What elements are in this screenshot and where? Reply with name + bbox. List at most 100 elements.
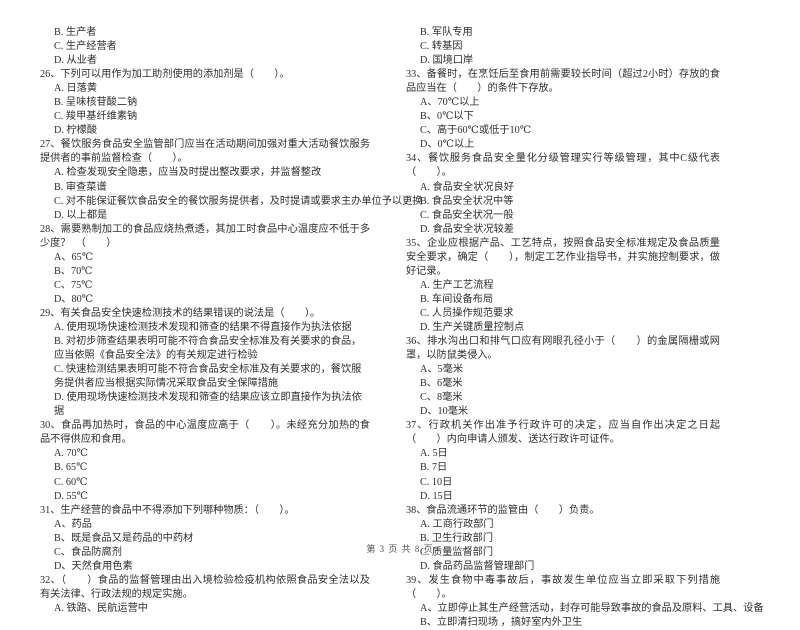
question-32: 32、（ ）食品的监督管理由出入境检验检疫机构依照食品安全法以及有关法律、行政法…	[40, 574, 370, 616]
option: A. 70℃	[54, 448, 89, 460]
option: B. 军队专用	[420, 27, 473, 38]
question-stem: 29、有关食品安全快速检测技术的结果错误的说法是（ ）。	[40, 307, 370, 321]
option: B. 呈味核苷酸二钠	[54, 97, 138, 109]
question-number: 31、	[40, 504, 61, 516]
option: D、0℃以上	[420, 139, 475, 151]
option: C. 10日	[420, 476, 453, 488]
option: C、75℃	[54, 279, 93, 291]
option: A、立即停止其生产经营活动，封存可能导致事故的食品及原料、工具、设备	[420, 602, 764, 614]
question-number: 30、	[40, 420, 61, 432]
question-text: 食品再加热时，食品的中心温度应高于（ ）。未经充分加热的食品不得供应和食用。	[40, 420, 370, 446]
question-text: 餐饮服务食品安全量化分级管理实行等级管理，其中C级代表（ ）。	[406, 153, 721, 179]
exam-page: B. 生产者 C. 生产经营者 D. 从业者 26、下列可以用作为加工助剂使用的…	[0, 0, 800, 628]
question-number: 38、	[406, 504, 427, 516]
continued-question-options: B. 军队专用 C. 转基因 D. 国境口岸	[406, 26, 720, 68]
question-stem: 27、餐饮服务食品安全监管部门应当在活动期间加强对重大活动餐饮服务提供者的事前监…	[40, 138, 370, 166]
question-30: 30、食品再加热时，食品的中心温度应高于（ ）。未经充分加热的食品不得供应和食用…	[40, 419, 370, 503]
option: D. 柠檬酸	[54, 125, 98, 137]
question-text: 生产经营的食品中不得添加下列哪种物质：（ ）。	[60, 504, 295, 516]
question-39: 39、发生食物中毒事故后，事故发生单位应当立即采取下列措施（ ）。 A、立即停止…	[406, 574, 764, 630]
option: B、6毫米	[420, 378, 463, 390]
option: A. 食品安全状况良好	[420, 181, 514, 193]
question-number: 37、	[406, 420, 429, 432]
question-stem: 26、下列可以用作为加工助剂使用的添加剂是（ ）。	[40, 68, 370, 82]
option: B、立即清扫现场 ，搞好室内外卫生	[420, 616, 583, 628]
option: A. 使用现场快速检测技术发现和筛查的结果不得直接作为执法依据	[54, 321, 352, 333]
question-27: 27、餐饮服务食品安全监管部门应当在活动期间加强对重大活动餐饮服务提供者的事前监…	[40, 138, 423, 222]
question-text: 食品流通环节的监管由（ ）负责。	[426, 504, 600, 516]
question-number: 36、	[406, 336, 427, 348]
question-stem: 36、排水沟出口和排气口应有网眼孔径小于（ ）的金属隔栅或网罩，以防鼠类侵入。	[406, 335, 720, 363]
question-stem: 35、企业应根据产品、工艺特点，按照食品安全标准规定及食品质量安全要求，确定（ …	[406, 237, 720, 279]
continued-question-options: B. 生产者 C. 生产经营者 D. 从业者	[40, 26, 370, 68]
option: D. 生产关键质量控制点	[420, 321, 525, 333]
option: D. 食品安全状况较差	[420, 223, 514, 235]
option: A、药品	[54, 518, 92, 530]
two-column-layout: B. 生产者 C. 生产经营者 D. 从业者 26、下列可以用作为加工助剂使用的…	[40, 26, 764, 628]
option: B. 65℃	[54, 462, 88, 474]
option: B、0℃以下	[420, 111, 474, 123]
option: A、70℃以上	[420, 97, 480, 109]
question-stem: 33、备餐时，在烹饪后至食用前需要较长时间（超过2小时）存放的食品应当在（ ）的…	[406, 68, 720, 96]
question-text: 排水沟出口和排气口应有网眼孔径小于（ ）的金属隔栅或网罩，以防鼠类侵入。	[406, 336, 720, 362]
right-column: B. 军队专用 C. 转基因 D. 国境口岸 33、备餐时，在烹饪后至食用前需要…	[380, 26, 764, 630]
option: C. 对不能保证餐饮食品安全的餐饮服务提供者，及时提请或要求主办单位予以更换	[54, 195, 423, 207]
option: D. 15日	[420, 490, 453, 502]
question-text: 有关食品安全快速检测技术的结果错误的说法是（ ）。	[60, 307, 321, 319]
option: A. 铁路、民航运营中	[54, 602, 148, 614]
option: A. 5日	[420, 448, 448, 460]
option: D. 国境口岸	[420, 55, 474, 67]
option: C. 羧甲基纤维素钠	[54, 111, 138, 123]
option: C. 60℃	[54, 476, 88, 488]
question-stem: 30、食品再加热时，食品的中心温度应高于（ ）。未经充分加热的食品不得供应和食用…	[40, 419, 370, 447]
question-37: 37、行政机关作出准予行政许可的决定，应当自作出决定之日起（ ）内向申请人颁发、…	[406, 419, 720, 503]
option: D. 从业者	[54, 55, 98, 67]
question-stem: 34、餐饮服务食品安全量化分级管理实行等级管理，其中C级代表（ ）。	[406, 152, 720, 180]
option: A. 工商行政部门	[420, 518, 494, 530]
option: D. 55℃	[54, 490, 89, 502]
question-number: 34、	[406, 153, 428, 165]
option: C. 转基因	[420, 41, 463, 53]
option: B. 车间设备布局	[420, 293, 494, 305]
question-31: 31、生产经营的食品中不得添加下列哪种物质：（ ）。 A、药品 B、既是食品又是…	[40, 504, 370, 574]
option: B. 7日	[420, 462, 448, 474]
question-26: 26、下列可以用作为加工助剂使用的添加剂是（ ）。 A. 日落黄 B. 呈味核苷…	[40, 68, 370, 138]
question-number: 28、	[40, 223, 61, 235]
option: A. 生产工艺流程	[420, 279, 494, 291]
question-stem: 32、（ ）食品的监督管理由出入境检验检疫机构依照食品安全法以及有关法律、行政法…	[40, 574, 370, 602]
question-text: 企业应根据产品、工艺特点，按照食品安全标准规定及食品质量安全要求，确定（ ），制…	[406, 237, 720, 277]
question-29: 29、有关食品安全快速检测技术的结果错误的说法是（ ）。 A. 使用现场快速检测…	[40, 307, 370, 419]
question-text: 发生食物中毒事故后，事故发生单位应当立即采取下列措施（ ）。	[406, 574, 721, 600]
option: D. 以上都是	[54, 209, 108, 221]
question-number: 33、	[406, 69, 427, 81]
left-column: B. 生产者 C. 生产经营者 D. 从业者 26、下列可以用作为加工助剂使用的…	[40, 26, 423, 616]
option: D. 使用现场快速检测技术发现和筛查的结果应该立即直接作为执法依据	[54, 392, 362, 418]
question-28: 28、需要熟制加工的食品应烧热煮透，其加工时食品中心温度应不低于多少度？ （ ）…	[40, 223, 370, 307]
question-number: 39、	[406, 574, 429, 586]
option: B. 生产者	[54, 27, 97, 38]
option: A、65℃	[54, 251, 94, 263]
option: B. 审查菜谱	[54, 181, 107, 193]
option: D、80℃	[54, 293, 94, 305]
option: A、5毫米	[420, 364, 464, 376]
option: C、8毫米	[420, 392, 463, 404]
question-stem: 39、发生食物中毒事故后，事故发生单位应当立即采取下列措施（ ）。	[406, 574, 720, 602]
question-text: 需要熟制加工的食品应烧热煮透，其加工时食品中心温度应不低于多少度？ （ ）	[40, 223, 371, 249]
option: B. 食品安全状况中等	[420, 195, 514, 207]
question-number: 35、	[406, 237, 427, 249]
option: D. 食品药品监督管理部门	[420, 560, 535, 572]
question-text: 餐饮服务食品安全监管部门应当在活动期间加强对重大活动餐饮服务提供者的事前监督检查…	[40, 139, 371, 165]
option: D、10毫米	[420, 406, 469, 418]
question-number: 26、	[40, 69, 61, 81]
option: C、高于60℃或低于10℃	[420, 125, 532, 137]
option: C. 人员操作规范要求	[420, 307, 514, 319]
question-38: 38、食品流通环节的监管由（ ）负责。 A. 工商行政部门 B. 卫生行政部门 …	[406, 504, 720, 574]
option: C. 生产经营者	[54, 41, 117, 53]
page-footer: 第 3 页 共 8 页	[366, 544, 434, 554]
option: A. 检查发现安全隐患，应当及时提出整改要求，并监督整改	[54, 167, 322, 179]
question-number: 27、	[40, 139, 61, 151]
option: C. 快速检测结果表明可能不符合食品安全标准及有关要求的，餐饮服务提供者应当根据…	[54, 364, 362, 390]
question-34: 34、餐饮服务食品安全量化分级管理实行等级管理，其中C级代表（ ）。 A. 食品…	[406, 152, 720, 236]
option: B、70℃	[54, 265, 93, 277]
question-stem: 38、食品流通环节的监管由（ ）负责。	[406, 504, 720, 518]
